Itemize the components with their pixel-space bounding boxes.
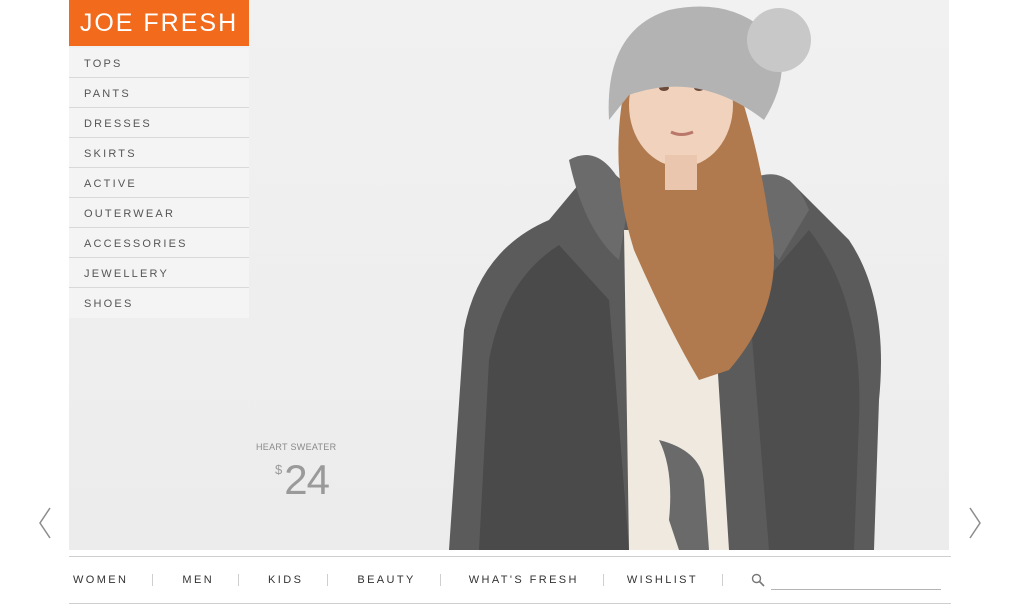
category-dresses[interactable]: DRESSES	[69, 108, 249, 138]
bottom-navigation: WOMEN MEN KIDS BEAUTY WHAT'S FRESH WISHL…	[69, 556, 951, 604]
category-accessories[interactable]: ACCESSORIES	[69, 228, 249, 258]
nav-separator	[439, 574, 441, 586]
nav-separator	[238, 574, 240, 586]
nav-women[interactable]: WOMEN	[73, 574, 128, 586]
nav-separator	[722, 574, 724, 586]
search-icon[interactable]	[751, 573, 765, 587]
nav-separator	[602, 574, 604, 586]
carousel-prev-button[interactable]	[35, 505, 55, 541]
model-photo	[449, 6, 881, 550]
price-currency: $	[275, 462, 283, 477]
category-outerwear[interactable]: OUTERWEAR	[69, 198, 249, 228]
product-price: $ 24	[275, 456, 330, 504]
category-jewellery[interactable]: JEWELLERY	[69, 258, 249, 288]
nav-kids[interactable]: KIDS	[268, 574, 303, 586]
nav-separator	[152, 574, 154, 586]
category-tops[interactable]: TOPS	[69, 48, 249, 78]
nav-separator	[327, 574, 329, 586]
category-skirts[interactable]: SKIRTS	[69, 138, 249, 168]
search-box	[751, 570, 942, 590]
nav-wishlist[interactable]: WISHLIST	[627, 574, 698, 586]
joe-fresh-logo[interactable]: JOE FRESH	[69, 0, 249, 46]
nav-beauty[interactable]: BEAUTY	[357, 574, 415, 586]
product-name[interactable]: HEART SWEATER	[256, 442, 336, 452]
nav-men[interactable]: MEN	[182, 574, 214, 586]
carousel-next-button[interactable]	[965, 505, 985, 541]
category-shoes[interactable]: SHOES	[69, 288, 249, 318]
chevron-left-icon	[39, 507, 51, 539]
category-active[interactable]: ACTIVE	[69, 168, 249, 198]
nav-whats-fresh[interactable]: WHAT'S FRESH	[469, 574, 579, 586]
search-input[interactable]	[771, 570, 942, 590]
price-amount: 24	[284, 456, 330, 503]
category-pants[interactable]: PANTS	[69, 78, 249, 108]
chevron-right-icon	[969, 507, 981, 539]
category-menu: TOPS PANTS DRESSES SKIRTS ACTIVE OUTERWE…	[69, 48, 249, 318]
